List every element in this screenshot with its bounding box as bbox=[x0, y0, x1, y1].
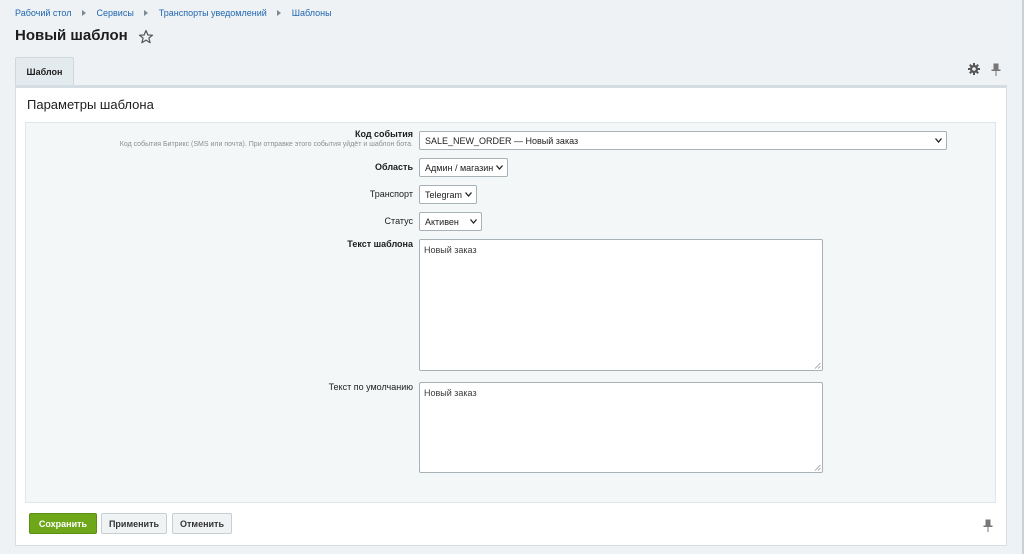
event-code-select[interactable]: SALE_NEW_ORDER — Новый заказ bbox=[419, 131, 947, 150]
status-label: Статус bbox=[384, 216, 413, 226]
event-code-label: Код события bbox=[354, 129, 413, 139]
status-value: Активен bbox=[425, 216, 459, 227]
event-code-value: SALE_NEW_ORDER — Новый заказ bbox=[425, 135, 579, 146]
resize-grip-icon[interactable] bbox=[814, 362, 821, 369]
gear-icon[interactable] bbox=[968, 63, 980, 75]
chevron-down-icon bbox=[465, 192, 472, 197]
default-text-label: Текст по умолчанию bbox=[328, 382, 413, 392]
default-text-value: Новый заказ bbox=[424, 388, 477, 398]
transport-label: Транспорт bbox=[369, 189, 413, 199]
status-select[interactable]: Активен bbox=[419, 212, 482, 231]
resize-grip-icon[interactable] bbox=[814, 464, 821, 471]
chevron-down-icon bbox=[470, 219, 477, 224]
chevron-down-icon bbox=[496, 165, 503, 170]
breadcrumb-arrow-icon bbox=[143, 10, 148, 16]
transport-select[interactable]: Telegram bbox=[419, 185, 477, 204]
apply-button[interactable]: Применить bbox=[101, 513, 167, 534]
breadcrumb: Рабочий стол Сервисы Транспорты уведомле… bbox=[15, 7, 332, 19]
transport-value: Telegram bbox=[425, 189, 463, 200]
tab-template[interactable]: Шаблон bbox=[15, 57, 74, 85]
chevron-down-icon bbox=[935, 138, 942, 143]
breadcrumb-item-services[interactable]: Сервисы bbox=[97, 8, 134, 18]
form-area: Код события Код события Битрикс (SMS или… bbox=[25, 122, 996, 503]
area-label: Область bbox=[374, 162, 413, 172]
template-text-value: Новый заказ bbox=[424, 245, 477, 255]
tab-strip: Шаблон bbox=[15, 57, 1007, 88]
template-text-area[interactable]: Новый заказ bbox=[419, 239, 823, 371]
page-title: Новый шаблон bbox=[15, 27, 128, 44]
pin-icon[interactable] bbox=[982, 519, 994, 532]
default-text-area[interactable]: Новый заказ bbox=[419, 382, 823, 473]
breadcrumb-arrow-icon bbox=[276, 10, 281, 16]
main-panel: Параметры шаблона Код события Код событи… bbox=[15, 88, 1007, 546]
template-text-label: Текст шаблона bbox=[347, 239, 413, 249]
star-icon[interactable] bbox=[138, 29, 154, 45]
pin-icon[interactable] bbox=[990, 63, 1002, 76]
area-select[interactable]: Админ / магазин bbox=[419, 158, 508, 177]
cancel-button[interactable]: Отменить bbox=[172, 513, 232, 534]
save-button[interactable]: Сохранить bbox=[29, 513, 97, 534]
breadcrumb-item-templates[interactable]: Шаблоны bbox=[292, 8, 332, 18]
section-title: Параметры шаблона bbox=[27, 97, 154, 112]
event-code-hint: Код события Битрикс (SMS или почта). При… bbox=[119, 141, 413, 148]
breadcrumb-arrow-icon bbox=[81, 10, 86, 16]
breadcrumb-item-transports[interactable]: Транспорты уведомлений bbox=[159, 8, 267, 18]
area-value: Админ / магазин bbox=[425, 162, 494, 173]
breadcrumb-item-desktop[interactable]: Рабочий стол bbox=[15, 8, 72, 18]
